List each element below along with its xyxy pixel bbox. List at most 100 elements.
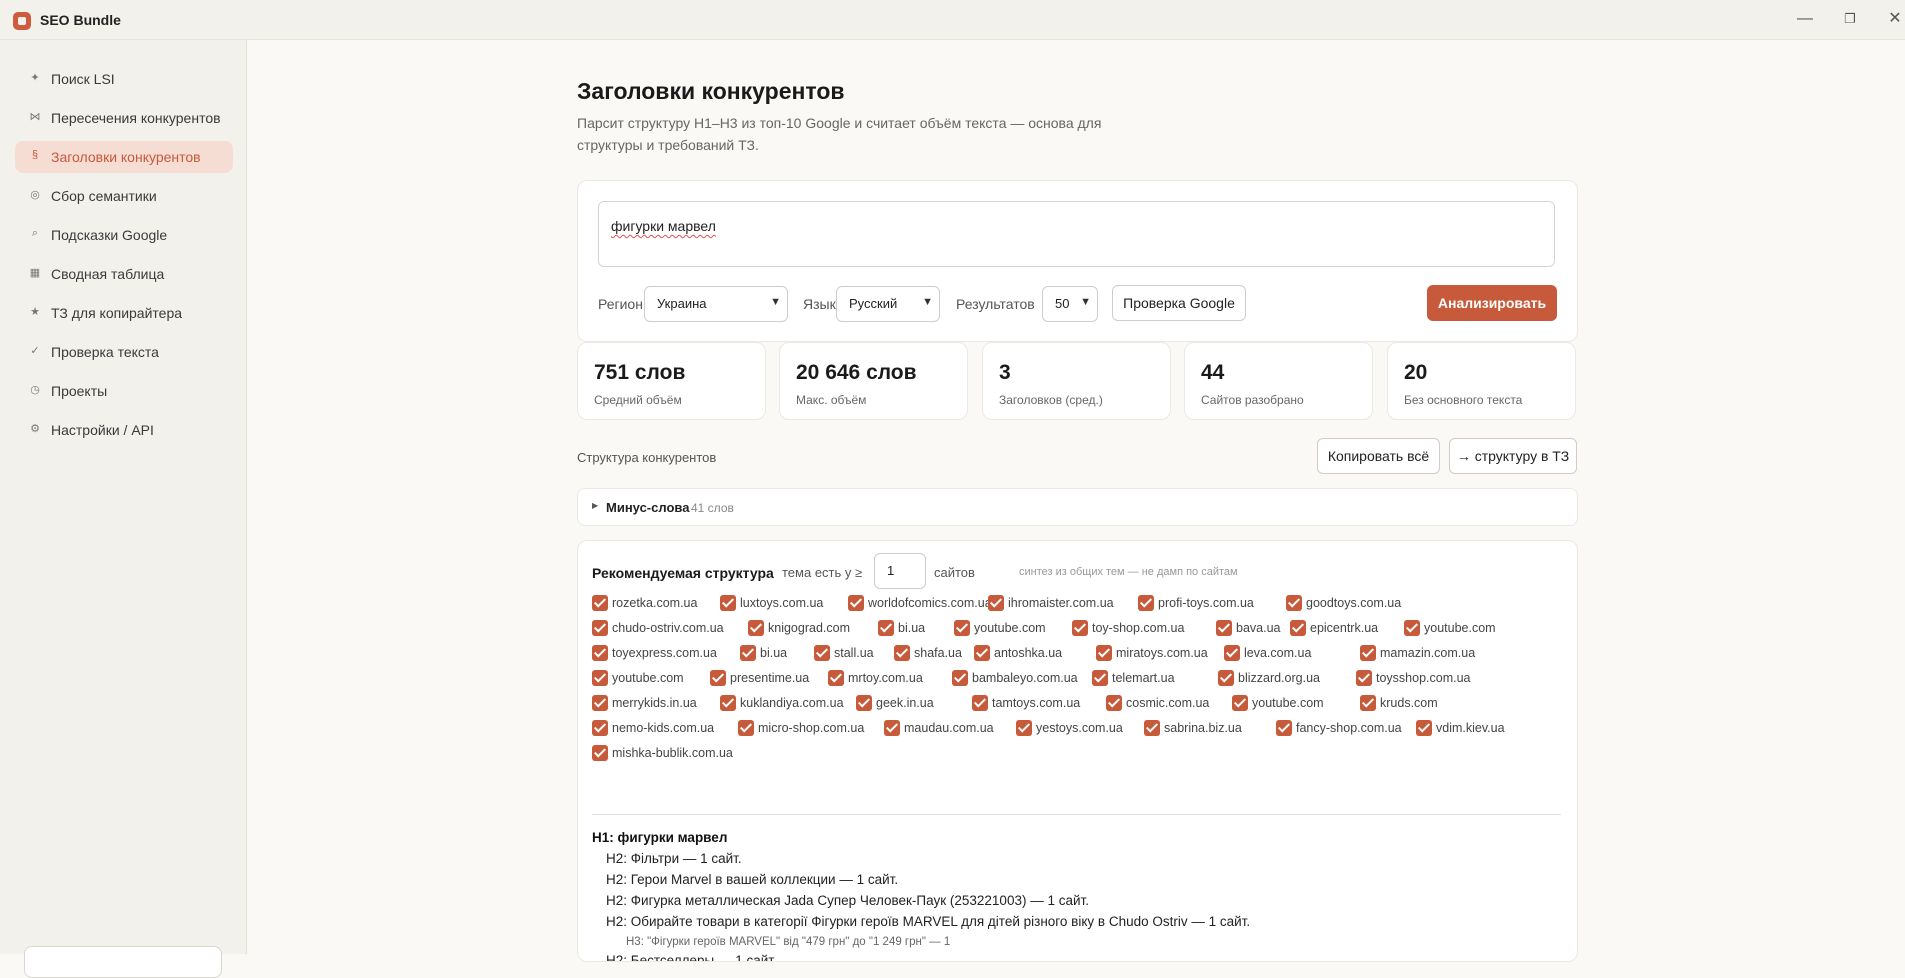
- checkbox-checked-icon[interactable]: [1216, 620, 1232, 636]
- sidebar-item-label: Пересечения конкурентов: [51, 110, 221, 126]
- checkbox-checked-icon[interactable]: [814, 645, 830, 661]
- sidebar-item-copywriter-brief[interactable]: ★ ТЗ для копирайтера: [15, 297, 233, 329]
- sidebar-item-lsi-search[interactable]: ✦ Поиск LSI: [15, 63, 233, 95]
- checkbox-checked-icon[interactable]: [1092, 670, 1108, 686]
- min-sites-suffix: сайтов: [934, 565, 975, 580]
- checkbox-checked-icon[interactable]: [592, 670, 608, 686]
- checkbox-checked-icon[interactable]: [592, 695, 608, 711]
- site-name: toysshop.com.ua: [1376, 671, 1471, 685]
- stat-card-avg-volume: 751 слов Средний объём: [577, 342, 766, 420]
- checkbox-checked-icon[interactable]: [894, 645, 910, 661]
- checkbox-checked-icon[interactable]: [828, 670, 844, 686]
- checkbox-checked-icon[interactable]: [848, 595, 864, 611]
- sidebar-item-competitor-intersections[interactable]: ⋈ Пересечения конкурентов: [15, 102, 233, 134]
- sidebar-item-semantics[interactable]: ◎ Сбор семантики: [15, 180, 233, 212]
- checkbox-checked-icon[interactable]: [972, 695, 988, 711]
- query-textarea[interactable]: фигурки марвел: [598, 201, 1555, 267]
- checkbox-checked-icon[interactable]: [1016, 720, 1032, 736]
- site-name: leva.com.ua: [1244, 646, 1312, 660]
- stat-value: 20: [1404, 361, 1428, 384]
- site-name: vdim.kiev.ua: [1436, 721, 1505, 735]
- section-title: Структура конкурентов: [577, 450, 717, 465]
- maximize-icon[interactable]: ❐: [1837, 7, 1863, 31]
- site-name: worldofcomics.com.ua: [868, 596, 992, 610]
- site-name: chudo-ostriv.com.ua: [612, 621, 724, 635]
- checkbox-checked-icon[interactable]: [592, 645, 608, 661]
- site-name: blizzard.org.ua: [1238, 671, 1320, 685]
- stat-card-no-main-text: 20 Без основного текста: [1387, 342, 1576, 420]
- sidebar-item-settings[interactable]: ⚙ Настройки / API: [15, 414, 233, 446]
- checkbox-checked-icon[interactable]: [954, 620, 970, 636]
- region-select[interactable]: Украина ▼: [644, 286, 788, 322]
- sidebar-item-summary-table[interactable]: ▦ Сводная таблица: [15, 258, 233, 290]
- region-value: Украина: [657, 296, 707, 311]
- min-sites-prefix: тема есть у ≥: [782, 565, 863, 580]
- checkbox-checked-icon[interactable]: [1224, 645, 1240, 661]
- site-name: tamtoys.com.ua: [992, 696, 1081, 710]
- checkbox-checked-icon[interactable]: [720, 695, 736, 711]
- h1-heading: H1: фигурки марвел: [592, 830, 728, 845]
- to-brief-button[interactable]: → структуру в ТЗ: [1449, 438, 1577, 474]
- checkbox-checked-icon[interactable]: [592, 720, 608, 736]
- checkbox-checked-icon[interactable]: [710, 670, 726, 686]
- check-google-button[interactable]: Проверка Google: [1112, 285, 1246, 321]
- main-content: Заголовки конкурентов Парсит структуру H…: [247, 40, 1905, 962]
- checkbox-checked-icon[interactable]: [1138, 595, 1154, 611]
- checkbox-checked-icon[interactable]: [1416, 720, 1432, 736]
- checkbox-checked-icon[interactable]: [1290, 620, 1306, 636]
- checkbox-checked-icon[interactable]: [1356, 670, 1372, 686]
- checkbox-checked-icon[interactable]: [748, 620, 764, 636]
- checkbox-checked-icon[interactable]: [1144, 720, 1160, 736]
- site-name: ihromaister.com.ua: [1008, 596, 1114, 610]
- checkbox-checked-icon[interactable]: [592, 595, 608, 611]
- copy-all-button[interactable]: Копировать всё: [1317, 438, 1440, 474]
- site-name: sabrina.biz.ua: [1164, 721, 1242, 735]
- checkbox-checked-icon[interactable]: [1096, 645, 1112, 661]
- stat-label: Без основного текста: [1404, 393, 1523, 407]
- recommended-structure-title: Рекомендуемая структура: [592, 565, 774, 581]
- language-select[interactable]: Русский ▼: [836, 286, 940, 322]
- search-icon: ⌕: [31, 227, 39, 239]
- minimize-icon[interactable]: —: [1792, 7, 1818, 31]
- sidebar-item-projects[interactable]: ◷ Проекты: [15, 375, 233, 407]
- checkbox-checked-icon[interactable]: [884, 720, 900, 736]
- h2-heading: H2: Фигурка металлическая Jada Супер Чел…: [606, 893, 1089, 908]
- checkbox-checked-icon[interactable]: [592, 745, 608, 761]
- site-name: bi.ua: [898, 621, 926, 635]
- checkbox-checked-icon[interactable]: [988, 595, 1004, 611]
- min-sites-input[interactable]: 1: [874, 553, 926, 589]
- close-icon[interactable]: ✕: [1882, 7, 1905, 31]
- site-name: rozetka.com.ua: [612, 596, 698, 610]
- results-select[interactable]: 50 ▼: [1042, 286, 1098, 322]
- recommended-structure-card: Рекомендуемая структура тема есть у ≥ 1 …: [577, 540, 1578, 962]
- checkbox-checked-icon[interactable]: [1286, 595, 1302, 611]
- checkbox-checked-icon[interactable]: [878, 620, 894, 636]
- checkbox-checked-icon[interactable]: [1404, 620, 1420, 636]
- checkbox-checked-icon[interactable]: [1276, 720, 1292, 736]
- checkbox-checked-icon[interactable]: [1072, 620, 1088, 636]
- sidebar-bottom-panel[interactable]: [24, 946, 222, 978]
- h2-heading: H2: Фільтри — 1 сайт.: [606, 851, 742, 866]
- checkbox-checked-icon[interactable]: [1232, 695, 1248, 711]
- sidebar-item-competitor-headings[interactable]: § Заголовки конкурентов: [15, 141, 233, 173]
- checkbox-checked-icon[interactable]: [1218, 670, 1234, 686]
- site-name: kuklandiya.com.ua: [740, 696, 844, 710]
- sidebar-item-label: Сводная таблица: [51, 266, 165, 282]
- minus-words-collapsible[interactable]: ▶ Минус-слова 41 слов: [577, 488, 1578, 526]
- analyze-button[interactable]: Анализировать: [1427, 285, 1557, 321]
- checkbox-checked-icon[interactable]: [856, 695, 872, 711]
- checkbox-checked-icon[interactable]: [1360, 695, 1376, 711]
- sidebar-item-text-check[interactable]: ✓ Проверка текста: [15, 336, 233, 368]
- checkbox-checked-icon[interactable]: [738, 720, 754, 736]
- checkbox-checked-icon[interactable]: [1106, 695, 1122, 711]
- checkbox-checked-icon[interactable]: [1360, 645, 1376, 661]
- checkbox-checked-icon[interactable]: [592, 620, 608, 636]
- site-name: goodtoys.com.ua: [1306, 596, 1402, 610]
- checkbox-checked-icon[interactable]: [974, 645, 990, 661]
- checkbox-checked-icon[interactable]: [720, 595, 736, 611]
- checkbox-checked-icon[interactable]: [740, 645, 756, 661]
- check-icon: ✓: [30, 345, 40, 357]
- structure-note: синтез из общих тем — не дамп по сайтам: [1019, 566, 1238, 578]
- sidebar-item-google-suggest[interactable]: ⌕ Подсказки Google: [15, 219, 233, 251]
- checkbox-checked-icon[interactable]: [952, 670, 968, 686]
